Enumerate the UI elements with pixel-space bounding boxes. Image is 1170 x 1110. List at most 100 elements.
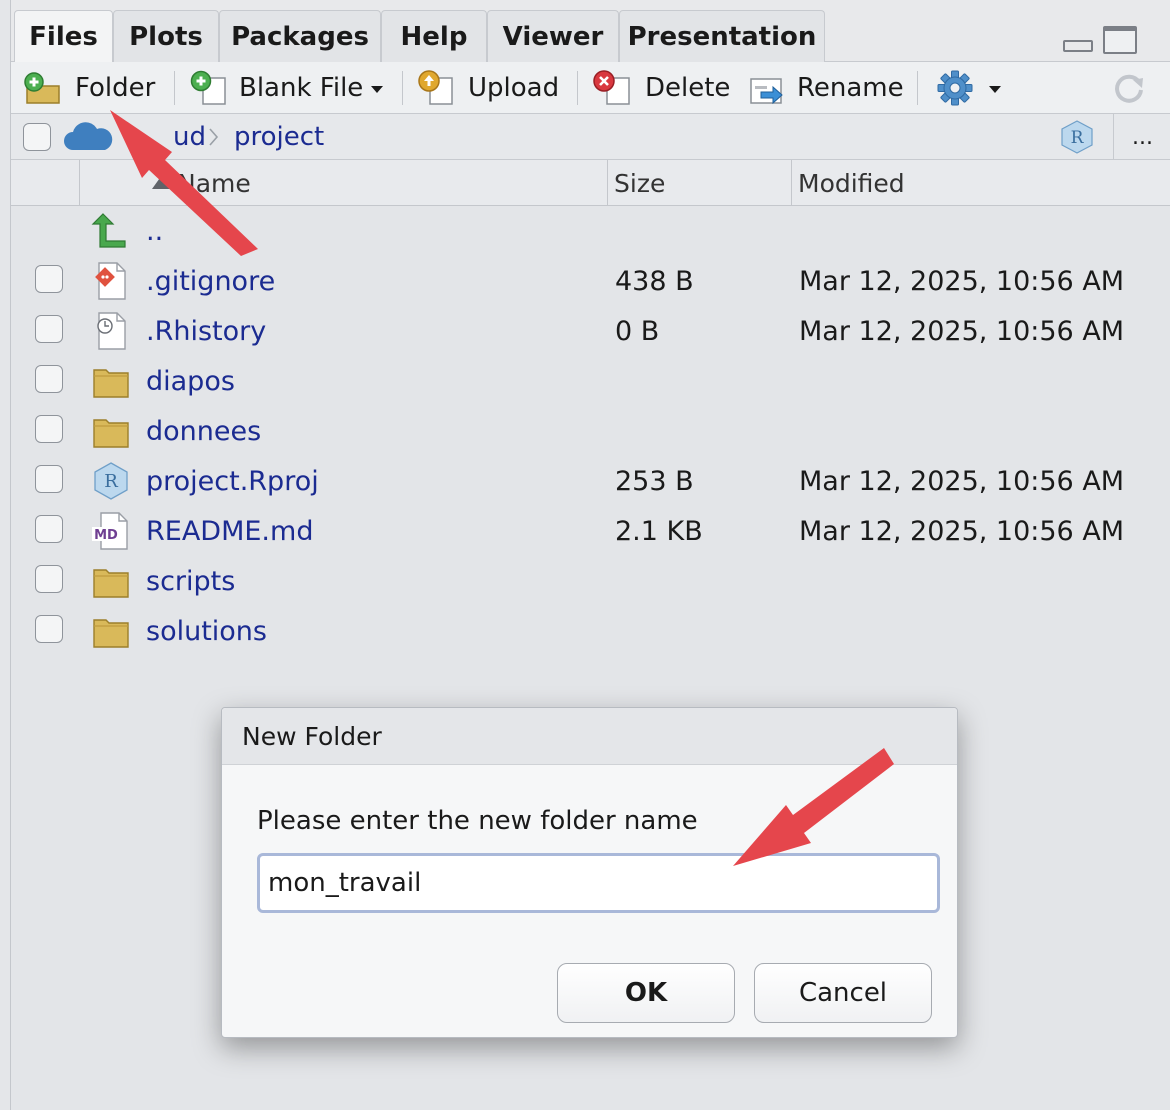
file-modified: Mar 12, 2025, 10:56 AM (799, 315, 1125, 347)
dialog-prompt: Please enter the new folder name (257, 806, 698, 836)
breadcrumb-current[interactable]: project (234, 114, 324, 160)
file-size: 438 B (615, 265, 694, 297)
sort-ascending-icon[interactable] (151, 174, 173, 194)
tab-plots-label: Plots (129, 21, 203, 52)
rproj-file-icon: R (94, 462, 128, 500)
cloud-home-icon[interactable] (63, 120, 113, 158)
folder-icon (93, 619, 129, 648)
delete-button[interactable]: Delete (591, 62, 730, 114)
row-checkbox[interactable] (35, 365, 63, 393)
new-folder-button[interactable]: Folder (23, 62, 155, 114)
folder-link[interactable]: donnees (146, 406, 261, 456)
maximize-pane-icon[interactable] (1103, 26, 1137, 54)
ok-button[interactable]: OK (557, 963, 735, 1023)
row-checkbox[interactable] (35, 315, 63, 343)
tab-files-label: Files (29, 22, 98, 52)
tab-help-label: Help (400, 21, 468, 52)
more-options-button[interactable] (935, 62, 975, 114)
rename-button[interactable]: Rename (749, 62, 904, 114)
column-name[interactable]: Name (177, 160, 251, 206)
column-divider (607, 160, 608, 206)
file-name: scripts (146, 565, 236, 597)
dialog-title: New Folder (222, 708, 957, 765)
git-file-icon (95, 262, 126, 300)
file-name: donnees (146, 415, 262, 447)
toolbar-divider (577, 71, 578, 105)
row-checkbox[interactable] (35, 565, 63, 593)
file-size: 0 B (615, 315, 660, 347)
files-toolbar: Folder Blank File Upload Delete Rename (11, 62, 1170, 114)
breadcrumb-parent[interactable]: ud (173, 114, 206, 160)
file-modified: Mar 12, 2025, 10:56 AM (799, 265, 1125, 297)
folder-link[interactable]: scripts (146, 556, 235, 606)
parent-directory-icon (91, 213, 126, 248)
file-name: project.Rproj (146, 465, 319, 497)
file-size: 253 B (615, 465, 694, 497)
folder-link[interactable]: solutions (146, 606, 267, 656)
folder-link[interactable]: diapos (146, 356, 235, 406)
more-options-label: ... (1132, 124, 1153, 150)
tab-viewer[interactable]: Viewer (487, 10, 619, 62)
tab-files[interactable]: Files (14, 10, 113, 63)
row-checkbox[interactable] (35, 515, 63, 543)
table-row[interactable]: R project.Rproj 253 B Mar 12, 2025, 10:5… (11, 456, 1170, 506)
chevron-down-icon[interactable] (371, 86, 383, 93)
svg-text:R: R (1071, 128, 1085, 148)
column-size-label: Size (614, 168, 666, 198)
file-link[interactable]: .gitignore (146, 256, 275, 306)
svg-text:R: R (104, 471, 118, 492)
table-row[interactable]: solutions (11, 606, 1170, 656)
row-checkbox[interactable] (35, 615, 63, 643)
upload-button[interactable]: Upload (416, 62, 559, 114)
rproj-icon[interactable]: R (1059, 119, 1095, 159)
file-link[interactable]: README.md (146, 506, 313, 556)
table-row[interactable]: donnees (11, 406, 1170, 456)
parent-directory-row[interactable]: .. (11, 206, 1170, 256)
file-size: 2.1 KB (615, 515, 703, 547)
folder-name-input[interactable] (257, 853, 940, 913)
tab-viewer-label: Viewer (502, 21, 604, 52)
tab-help[interactable]: Help (381, 10, 487, 62)
file-modified: Mar 12, 2025, 10:56 AM (799, 465, 1125, 497)
minimize-pane-icon[interactable] (1063, 40, 1093, 52)
table-row[interactable]: .gitignore 438 B Mar 12, 2025, 10:56 AM (11, 256, 1170, 306)
gear-icon (937, 70, 973, 106)
tab-packages-label: Packages (231, 21, 369, 52)
row-checkbox[interactable] (35, 465, 63, 493)
upload-label: Upload (468, 73, 560, 103)
column-modified[interactable]: Modified (798, 160, 905, 206)
file-link[interactable]: .Rhistory (146, 306, 266, 356)
add-folder-icon (24, 72, 60, 104)
parent-directory-link[interactable]: .. (146, 206, 163, 256)
svg-text:MD: MD (94, 528, 118, 543)
blank-file-label: Blank File (239, 73, 364, 103)
table-row[interactable]: scripts (11, 556, 1170, 606)
rename-label: Rename (797, 73, 904, 103)
select-all-checkbox[interactable] (23, 123, 51, 151)
folder-icon (93, 369, 129, 398)
more-options-button[interactable]: ... (1113, 114, 1170, 160)
column-divider (79, 160, 80, 206)
table-row[interactable]: .Rhistory 0 B Mar 12, 2025, 10:56 AM (11, 306, 1170, 356)
history-file-icon (97, 312, 126, 350)
row-checkbox[interactable] (35, 415, 63, 443)
row-checkbox[interactable] (35, 265, 63, 293)
breadcrumb: ud project R (11, 114, 1170, 160)
tab-plots[interactable]: Plots (113, 10, 219, 62)
file-name: diapos (146, 365, 235, 397)
file-link[interactable]: project.Rproj (146, 456, 319, 506)
toolbar-divider (917, 71, 918, 105)
cancel-button[interactable]: Cancel (754, 963, 932, 1023)
tab-presentation[interactable]: Presentation (619, 10, 825, 62)
toolbar-divider (174, 71, 175, 105)
tab-packages[interactable]: Packages (219, 10, 381, 62)
column-size[interactable]: Size (614, 160, 665, 206)
chevron-down-icon[interactable] (989, 86, 1001, 93)
refresh-icon (1115, 74, 1143, 103)
refresh-button[interactable] (1109, 62, 1149, 114)
table-row[interactable]: diapos (11, 356, 1170, 406)
blank-file-button[interactable]: Blank File (189, 62, 363, 114)
table-row[interactable]: MD README.md 2.1 KB Mar 12, 2025, 10:56 … (11, 506, 1170, 556)
column-divider (791, 160, 792, 206)
folder-icon (93, 419, 129, 448)
